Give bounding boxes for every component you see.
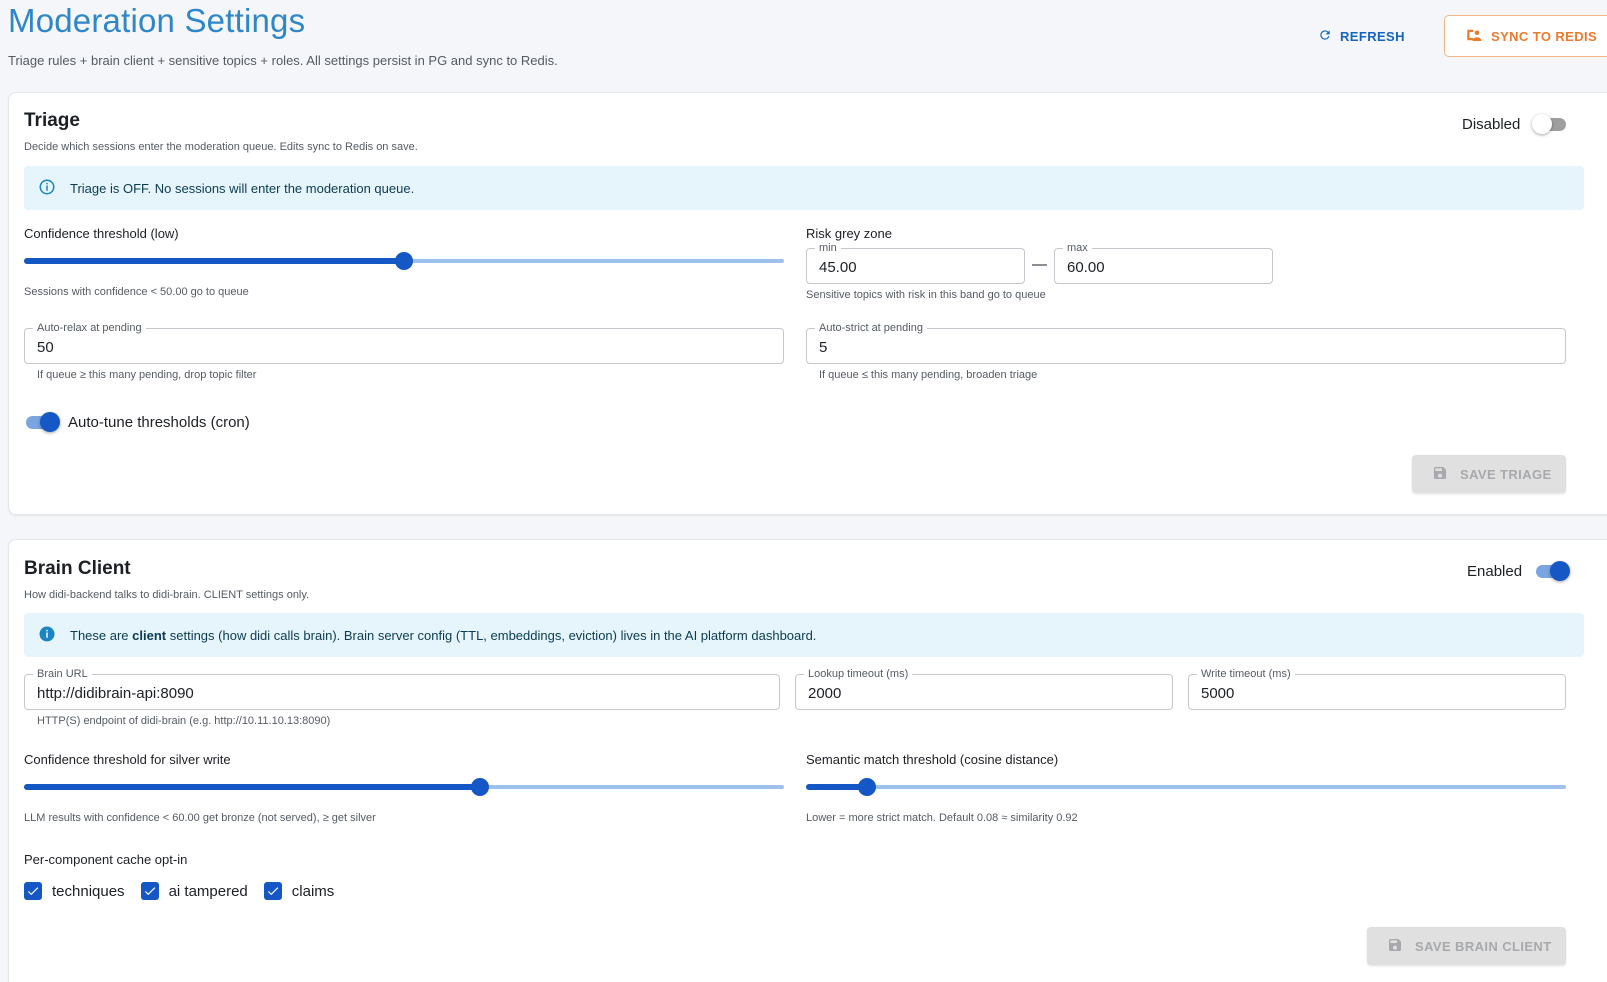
checkbox-label: claims	[291, 882, 335, 900]
brain-alert-bold: client	[132, 627, 167, 643]
sync-icon	[1465, 27, 1483, 46]
checkbox-techniques[interactable]: techniques	[24, 882, 125, 900]
lookup-timeout-label: Lookup timeout (ms)	[804, 667, 913, 681]
auto-strict-help: If queue ≤ this many pending, broaden tr…	[819, 369, 1038, 381]
confidence-threshold-help: Sessions with confidence < 50.00 go to q…	[24, 286, 249, 298]
info-filled-icon	[38, 625, 56, 646]
page-subtitle: Triage rules + brain client + sensitive …	[8, 53, 558, 68]
auto-relax-input[interactable]	[37, 337, 771, 357]
semantic-threshold-slider[interactable]	[806, 777, 1566, 797]
auto-relax-field[interactable]: Auto-relax at pending	[24, 321, 784, 364]
semantic-threshold-help: Lower = more strict match. Default 0.08 …	[806, 812, 1078, 824]
brain-status-toggle[interactable]: Enabled	[1467, 560, 1571, 582]
brain-alert-post: settings (how didi calls brain). Brain s…	[166, 627, 817, 643]
checkbox-label: techniques	[52, 882, 125, 900]
checkbox-ai-tampered[interactable]: ai tampered	[140, 882, 248, 900]
grey-zone-min-label: min	[815, 241, 841, 255]
checkbox-label: ai tampered	[168, 882, 248, 900]
brain-client-card: Brain Client How didi-backend talks to d…	[8, 539, 1607, 982]
refresh-icon	[1318, 28, 1332, 45]
silver-threshold-help: LLM results with confidence < 60.00 get …	[24, 812, 376, 824]
triage-description: Decide which sessions enter the moderati…	[24, 141, 418, 153]
save-triage-label: SAVE TRIAGE	[1460, 466, 1552, 482]
save-triage-button[interactable]: SAVE TRIAGE	[1412, 455, 1566, 493]
confidence-threshold-label: Confidence threshold (low)	[24, 226, 179, 241]
checked-box-icon[interactable]	[263, 882, 282, 900]
slider-thumb[interactable]	[471, 778, 489, 796]
grey-zone-max-label: max	[1063, 241, 1092, 255]
grey-zone-max-field[interactable]: max	[1054, 241, 1273, 284]
write-timeout-label: Write timeout (ms)	[1197, 667, 1295, 681]
write-timeout-input[interactable]	[1201, 683, 1553, 703]
lookup-timeout-input[interactable]	[808, 683, 1160, 703]
triage-status-label: Disabled	[1462, 115, 1521, 133]
lookup-timeout-field[interactable]: Lookup timeout (ms)	[795, 667, 1173, 710]
auto-strict-label: Auto-strict at pending	[815, 321, 927, 335]
triage-info-alert: Triage is OFF. No sessions will enter th…	[24, 166, 1584, 210]
auto-relax-help: If queue ≥ this many pending, drop topic…	[37, 369, 257, 381]
triage-status-toggle[interactable]: Disabled	[1462, 113, 1568, 135]
brain-alert-pre: These are	[70, 627, 133, 643]
brain-url-label: Brain URL	[33, 667, 92, 681]
brain-client-title: Brain Client	[24, 558, 131, 579]
info-outline-icon	[38, 178, 56, 199]
risk-grey-zone-label: Risk grey zone	[806, 226, 892, 241]
brain-alert-text: These are client settings (how didi call…	[70, 628, 816, 643]
auto-tune-label: Auto-tune thresholds (cron)	[68, 413, 250, 431]
save-brain-client-label: SAVE BRAIN CLIENT	[1415, 938, 1552, 954]
checked-box-icon[interactable]	[24, 882, 42, 900]
slider-thumb[interactable]	[857, 778, 876, 796]
silver-threshold-slider[interactable]	[24, 777, 784, 797]
cache-opt-in-checkboxes: techniques ai tampered claims	[24, 882, 350, 900]
brain-info-alert: These are client settings (how didi call…	[24, 613, 1584, 657]
confidence-threshold-slider[interactable]	[24, 251, 784, 271]
auto-relax-label: Auto-relax at pending	[33, 321, 146, 335]
triage-enabled-switch[interactable]	[1532, 113, 1568, 135]
auto-tune-toggle[interactable]: Auto-tune thresholds (cron)	[24, 411, 250, 433]
range-dash: —	[1032, 256, 1047, 273]
checked-box-icon[interactable]	[140, 882, 159, 900]
write-timeout-field[interactable]: Write timeout (ms)	[1188, 667, 1566, 710]
slider-thumb[interactable]	[395, 252, 413, 270]
brain-url-field[interactable]: Brain URL	[24, 667, 780, 710]
sync-label: SYNC TO REDIS	[1491, 28, 1598, 44]
checkbox-claims[interactable]: claims	[263, 882, 335, 900]
silver-threshold-label: Confidence threshold for silver write	[24, 752, 231, 767]
triage-card: Triage Decide which sessions enter the m…	[8, 92, 1607, 515]
page-title: Moderation Settings	[8, 2, 306, 39]
save-icon	[1387, 937, 1403, 956]
auto-tune-switch[interactable]	[24, 411, 60, 433]
semantic-threshold-label: Semantic match threshold (cosine distanc…	[806, 752, 1059, 767]
auto-strict-input[interactable]	[819, 337, 1553, 357]
cache-opt-in-label: Per-component cache opt-in	[24, 852, 188, 867]
brain-url-input[interactable]	[37, 683, 767, 703]
sync-to-redis-button[interactable]: SYNC TO REDIS	[1444, 15, 1607, 57]
refresh-label: REFRESH	[1340, 28, 1405, 44]
brain-client-description: How didi-backend talks to didi-brain. CL…	[24, 589, 310, 601]
triage-title: Triage	[24, 110, 80, 131]
save-icon	[1432, 465, 1448, 484]
grey-zone-min-field[interactable]: min	[806, 241, 1025, 284]
triage-alert-text: Triage is OFF. No sessions will enter th…	[70, 180, 415, 196]
refresh-button[interactable]: REFRESH	[1318, 24, 1405, 48]
auto-strict-field[interactable]: Auto-strict at pending	[806, 321, 1566, 364]
brain-url-help: HTTP(S) endpoint of didi-brain (e.g. htt…	[37, 715, 331, 727]
brain-status-label: Enabled	[1467, 562, 1523, 580]
grey-zone-max-input[interactable]	[1067, 257, 1260, 277]
risk-grey-zone-help: Sensitive topics with risk in this band …	[806, 289, 1046, 301]
brain-enabled-switch[interactable]	[1534, 560, 1571, 582]
save-brain-client-button[interactable]: SAVE BRAIN CLIENT	[1367, 927, 1566, 965]
grey-zone-min-input[interactable]	[819, 257, 1012, 277]
